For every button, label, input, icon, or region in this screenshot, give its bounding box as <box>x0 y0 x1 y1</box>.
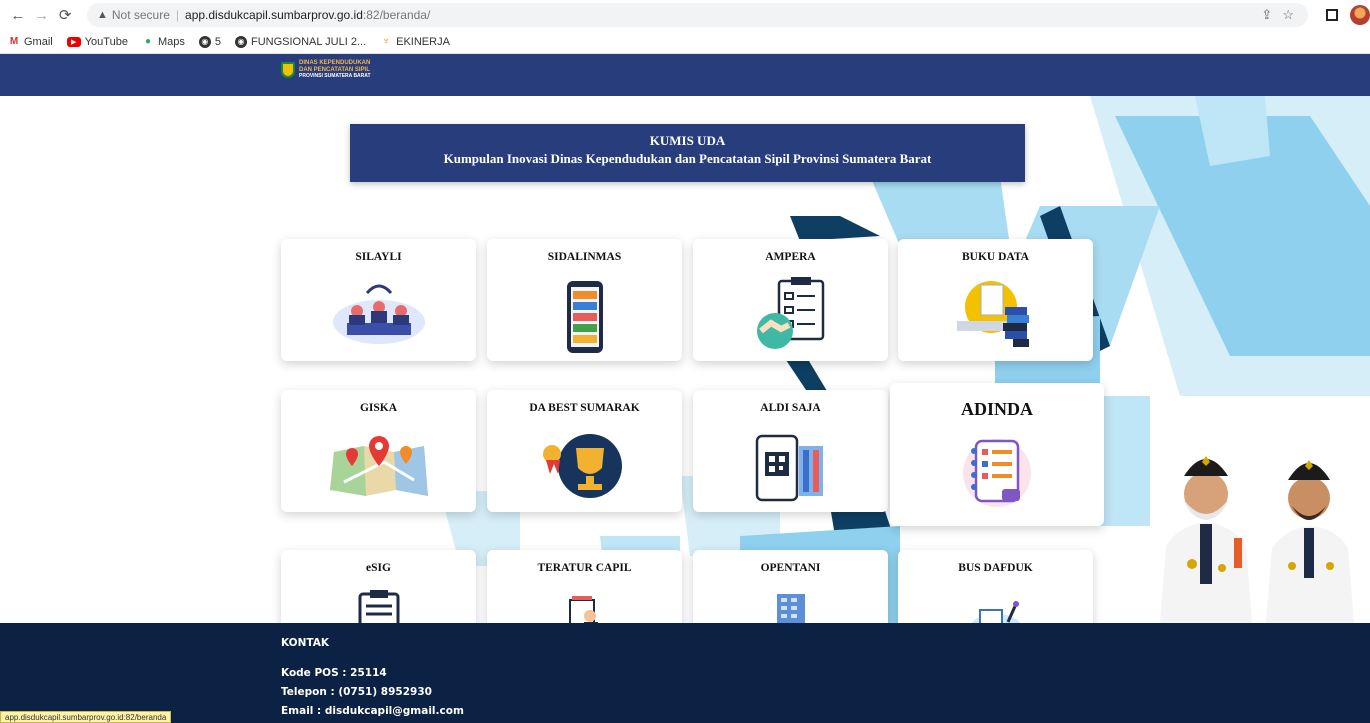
qr-document-icon <box>755 434 823 502</box>
separator: | <box>175 8 180 22</box>
browser-toolbar: ← → ⟳ ▲ Not secure | app.disdukcapil.sum… <box>0 0 1370 30</box>
card-title: GISKA <box>359 402 398 414</box>
sop-document-icon <box>971 601 1020 623</box>
signature-pad-icon <box>358 590 399 623</box>
officials-photo <box>1160 456 1354 623</box>
gmail-icon: M <box>9 36 19 47</box>
site-header: DINAS KEPENDUDUKAN DAN PENCATATAN SIPIL … <box>0 54 1370 96</box>
official-left <box>1160 456 1252 623</box>
card-title: BUKU DATA <box>962 251 1029 263</box>
card-title: SILAYLI <box>355 251 402 263</box>
card-title: OPENTANI <box>760 562 821 574</box>
maps-icon: ● <box>144 36 151 47</box>
card-teratur-capil[interactable]: TERATUR CAPIL <box>487 550 682 623</box>
bookmark-label: Maps <box>157 35 185 48</box>
globe-icon: ◉ <box>235 35 247 48</box>
warning-icon[interactable]: ▲ <box>97 9 108 21</box>
bookmarks-bar: M Gmail ▶ YouTube ● Maps ◉ 5 ◉ FUNGSIONAL JUL… <box>0 30 1370 54</box>
bookmark-label: 5 <box>214 35 221 48</box>
card-ampera[interactable]: AMPERA <box>693 239 888 361</box>
reload-icon[interactable]: ⟳ <box>55 5 75 25</box>
card-adinda[interactable]: ADINDA <box>890 383 1104 526</box>
profile-avatar[interactable] <box>1349 5 1370 25</box>
main-content: KUMIS UDA Kumpulan Inovasi Dinas Kependu… <box>0 96 1370 623</box>
card-da-best-sumarak[interactable]: DA BEST SUMARAK <box>487 390 682 512</box>
banner-subtitle: Kumpulan Inovasi Dinas Kependudukan dan … <box>443 151 932 166</box>
bookmark-label: FUNGSIONAL JULI 2... <box>251 35 367 48</box>
books-icon <box>956 281 1029 347</box>
card-title: TERATUR CAPIL <box>537 562 632 574</box>
call-center-icon <box>332 284 425 344</box>
card-title: ALDI SAJA <box>760 402 821 414</box>
footer-phone: Telepon : (0751) 8952930 <box>281 686 432 698</box>
logo-text: DINAS KEPENDUDUKAN DAN PENCATATAN SIPIL … <box>299 60 371 80</box>
card-aldi-saja[interactable]: ALDI SAJA <box>693 390 888 512</box>
footer-heading: KONTAK <box>281 637 329 649</box>
checklist-notebook-icon <box>963 439 1031 507</box>
bookmark-gmail[interactable]: M Gmail <box>8 36 53 48</box>
card-title: DA BEST SUMARAK <box>529 402 640 414</box>
garuda-icon: ♆ <box>382 36 390 47</box>
site-logo[interactable]: DINAS KEPENDUDUKAN DAN PENCATATAN SIPIL … <box>281 60 371 80</box>
footer-email: Email : disdukcapil@gmail.com <box>281 705 464 717</box>
youtube-icon: ▶ <box>66 36 81 47</box>
logo-line: PROVINSI SUMATERA BARAT <box>299 73 371 79</box>
footer: KONTAK Kode POS : 25114 Telepon : (0751)… <box>0 623 1370 723</box>
footer-postal: Kode POS : 25114 <box>281 667 387 679</box>
address-bar[interactable]: ▲ Not secure | app.disdukcapil.sumbarpro… <box>86 3 1308 27</box>
handshake-clipboard-icon <box>756 277 824 349</box>
card-title: BUS DAFDUK <box>958 562 1033 574</box>
bookmark-5[interactable]: ◉ 5 <box>198 35 221 48</box>
globe-icon: ◉ <box>198 35 211 48</box>
bookmark-youtube[interactable]: ▶ YouTube <box>66 35 128 48</box>
document-person-icon <box>568 596 598 623</box>
card-title: SIDALINMAS <box>547 251 622 263</box>
card-giska[interactable]: GISKA <box>281 390 476 512</box>
banner: KUMIS UDA Kumpulan Inovasi Dinas Kependu… <box>350 124 1025 182</box>
bookmark-ekinerja[interactable]: ♆ EKINERJA <box>380 36 450 48</box>
card-title: AMPERA <box>765 251 816 263</box>
bookmark-label: Gmail <box>24 35 53 48</box>
card-sidalinmas[interactable]: SIDALINMAS <box>487 239 682 361</box>
map-pin-icon <box>329 436 428 496</box>
url-host[interactable]: app.disdukcapil.sumbarprov.go.id <box>185 8 363 22</box>
bookmark-maps[interactable]: ● Maps <box>142 36 185 48</box>
card-esig[interactable]: eSIG <box>281 550 476 623</box>
status-bar-url: app.disdukcapil.sumbarprov.go.id:82/bera… <box>0 711 172 723</box>
card-title: ADINDA <box>961 399 1033 419</box>
smartphone-icon <box>566 281 603 353</box>
trophy-icon <box>542 434 622 498</box>
share-icon[interactable]: ⇪ <box>1261 7 1272 23</box>
bookmark-label: YouTube <box>84 35 128 48</box>
url-path[interactable]: :82/beranda/ <box>363 8 430 22</box>
building-icon <box>776 594 805 623</box>
bookmark-fungsional[interactable]: ◉ FUNGSIONAL JULI 2... <box>235 35 367 48</box>
card-title: eSIG <box>366 562 391 574</box>
card-opentani[interactable]: OPENTANI <box>693 550 888 623</box>
window-icon[interactable] <box>1325 9 1338 21</box>
bookmark-star-icon[interactable]: ☆ <box>1282 7 1294 23</box>
banner-title: KUMIS UDA <box>649 133 726 148</box>
bookmark-label: EKINERJA <box>396 35 450 48</box>
province-emblem-icon <box>281 61 295 78</box>
back-icon[interactable]: ← <box>8 5 28 25</box>
card-buku-data[interactable]: BUKU DATA <box>898 239 1093 361</box>
card-silayli[interactable]: SILAYLI <box>281 239 476 361</box>
logo-line: DINAS KEPENDUDUKAN <box>299 60 371 66</box>
forward-icon[interactable]: → <box>32 5 52 25</box>
official-right <box>1266 460 1354 623</box>
security-label[interactable]: Not secure <box>112 8 170 22</box>
card-bus-dafduk[interactable]: BUS DAFDUK <box>898 550 1093 623</box>
